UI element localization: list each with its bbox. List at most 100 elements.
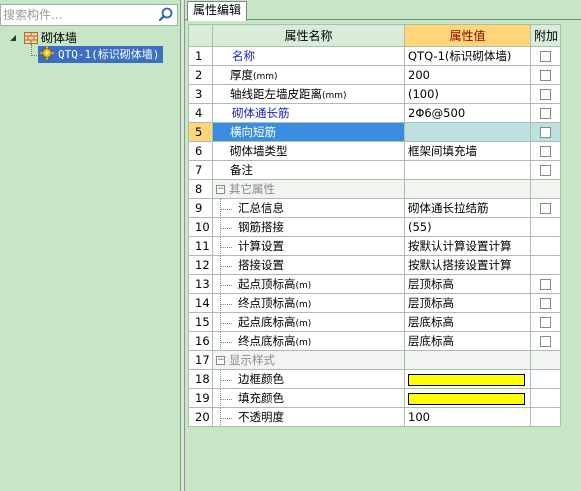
property-name-cell[interactable]: 钢筋搭接 (212, 217, 405, 237)
property-name: 砌体墙类型 (230, 144, 288, 158)
property-name-cell[interactable]: 起点顶标高(m) (212, 274, 405, 294)
property-row[interactable]: 9 汇总信息 砌体通长拉结筋 (188, 198, 581, 218)
add-checkbox[interactable] (540, 89, 551, 100)
add-checkbox[interactable] (540, 298, 551, 309)
row-number: 12 (188, 255, 213, 275)
property-name-cell[interactable]: 终点底标高(m) (212, 331, 405, 351)
property-name-cell[interactable]: 填充颜色 (212, 388, 405, 408)
property-row[interactable]: 3 轴线距左墙皮距离(mm) (100) (188, 84, 581, 104)
color-swatch[interactable] (408, 392, 525, 405)
property-row[interactable]: 11 计算设置 按默认计算设置计算 (188, 236, 581, 256)
property-name-cell[interactable]: − 显示样式 (212, 350, 405, 370)
property-name-cell[interactable]: 起点底标高(m) (212, 312, 405, 332)
property-row[interactable]: 7 备注 (188, 160, 581, 180)
property-row[interactable]: 6 砌体墙类型 框架间填充墙 (188, 141, 581, 161)
property-value-cell[interactable]: QTQ-1(标识砌体墙) (404, 46, 531, 66)
search-input[interactable] (1, 5, 151, 25)
property-name-cell[interactable]: 搭接设置 (212, 255, 405, 275)
property-row[interactable]: 19 填充颜色 (188, 388, 581, 408)
tree-node-root[interactable]: 砌体墙 (0, 30, 178, 47)
property-name-cell[interactable]: 计算设置 (212, 236, 405, 256)
tab-property-edit[interactable]: 属性编辑 (187, 1, 248, 21)
add-cell (530, 255, 561, 275)
property-row[interactable]: 13 起点顶标高(m) 层顶标高 (188, 274, 581, 294)
header-add: 附加 (530, 24, 561, 47)
add-checkbox[interactable] (540, 51, 551, 62)
property-row[interactable]: 4 砌体通长筋 2Φ6@500 (188, 103, 581, 123)
property-row[interactable]: 14 终点顶标高(m) 层顶标高 (188, 293, 581, 313)
collapse-minus-icon[interactable]: − (216, 185, 225, 194)
add-checkbox[interactable] (540, 336, 551, 347)
brick-wall-icon (24, 32, 38, 44)
property-value-cell[interactable]: 层顶标高 (404, 293, 531, 313)
row-number: 14 (188, 293, 213, 313)
row-spacer (560, 103, 581, 123)
add-checkbox[interactable] (540, 127, 551, 138)
property-name-cell[interactable]: 名称 (212, 46, 405, 66)
property-value-cell[interactable]: 框架间填充墙 (404, 141, 531, 161)
property-row[interactable]: 8− 其它属性 (188, 179, 581, 199)
property-name-cell[interactable]: 不透明度 (212, 407, 405, 427)
row-number: 18 (188, 369, 213, 389)
property-row[interactable]: 17− 显示样式 (188, 350, 581, 370)
add-checkbox[interactable] (540, 165, 551, 176)
property-value-cell[interactable]: (100) (404, 84, 531, 104)
property-value-cell[interactable]: 层底标高 (404, 331, 531, 351)
add-checkbox[interactable] (540, 70, 551, 81)
add-checkbox[interactable] (540, 203, 551, 214)
add-checkbox[interactable] (540, 146, 551, 157)
property-value-cell[interactable] (404, 160, 531, 180)
tree-connector (216, 313, 238, 330)
collapse-triangle-icon[interactable] (8, 33, 18, 43)
collapse-minus-icon[interactable]: − (216, 356, 225, 365)
property-name: 钢筋搭接 (238, 220, 284, 234)
header-property-value: 属性值 (404, 24, 531, 47)
property-row[interactable]: 20 不透明度 100 (188, 407, 581, 427)
tree-node-qtq-1[interactable]: QTQ-1(标识砌体墙) (38, 46, 164, 63)
property-name-cell[interactable]: 终点顶标高(m) (212, 293, 405, 313)
property-value-cell[interactable]: 层顶标高 (404, 274, 531, 294)
search-icon[interactable] (157, 6, 175, 24)
property-value-cell[interactable] (404, 179, 531, 199)
property-row[interactable]: 16 终点底标高(m) 层底标高 (188, 331, 581, 351)
property-row[interactable]: 12 搭接设置 按默认搭接设置计算 (188, 255, 581, 275)
property-name-cell[interactable]: 汇总信息 (212, 198, 405, 218)
color-swatch[interactable] (408, 373, 525, 386)
row-spacer (560, 236, 581, 256)
property-name-cell[interactable]: 砌体墙类型 (212, 141, 405, 161)
property-value-cell[interactable] (404, 369, 531, 389)
property-name: 边框颜色 (238, 372, 284, 386)
property-value-cell[interactable]: (55) (404, 217, 531, 237)
row-spacer (560, 369, 581, 389)
property-name-cell[interactable]: 横向短筋 (212, 122, 405, 142)
property-row[interactable]: 5 横向短筋 (188, 122, 581, 142)
row-number: 9 (188, 198, 213, 218)
property-row[interactable]: 1 名称 QTQ-1(标识砌体墙) (188, 46, 581, 66)
add-checkbox[interactable] (540, 108, 551, 119)
property-name-cell[interactable]: − 其它属性 (212, 179, 405, 199)
row-number: 4 (188, 103, 213, 123)
add-checkbox[interactable] (540, 279, 551, 290)
property-row[interactable]: 2 厚度(mm) 200 (188, 65, 581, 85)
property-row[interactable]: 18 边框颜色 (188, 369, 581, 389)
property-editor-panel: 属性编辑 属性名称 属性值 附加 1 名称 QTQ-1(标识砌体墙) 2 厚度(mm) 2… (185, 0, 581, 491)
property-name-cell[interactable]: 砌体通长筋 (212, 103, 405, 123)
tree-connector (216, 332, 238, 349)
property-value-cell[interactable] (404, 122, 531, 142)
property-name-cell[interactable]: 轴线距左墙皮距离(mm) (212, 84, 405, 104)
property-value-cell[interactable]: 100 (404, 407, 531, 427)
property-value-cell[interactable]: 200 (404, 65, 531, 85)
property-value-cell[interactable]: 按默认搭接设置计算 (404, 255, 531, 275)
property-name-cell[interactable]: 边框颜色 (212, 369, 405, 389)
add-checkbox[interactable] (540, 317, 551, 328)
property-value-cell[interactable] (404, 388, 531, 408)
property-value-cell[interactable]: 2Φ6@500 (404, 103, 531, 123)
property-value-cell[interactable]: 砌体通长拉结筋 (404, 198, 531, 218)
property-row[interactable]: 15 起点底标高(m) 层底标高 (188, 312, 581, 332)
property-value-cell[interactable]: 层底标高 (404, 312, 531, 332)
property-name-cell[interactable]: 备注 (212, 160, 405, 180)
property-name-cell[interactable]: 厚度(mm) (212, 65, 405, 85)
property-value-cell[interactable] (404, 350, 531, 370)
property-row[interactable]: 10 钢筋搭接 (55) (188, 217, 581, 237)
property-value-cell[interactable]: 按默认计算设置计算 (404, 236, 531, 256)
